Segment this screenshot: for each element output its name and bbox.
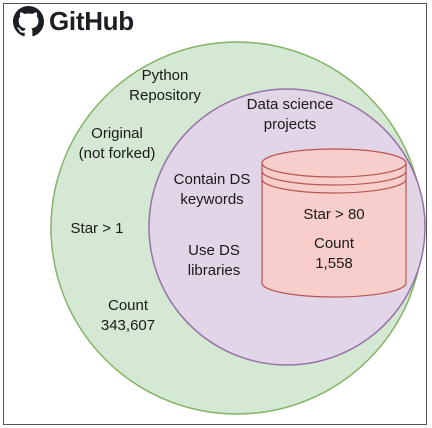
github-logo: GitHub <box>13 6 134 37</box>
cylinder-top <box>261 148 407 178</box>
ds-libraries-label: Use DS libraries <box>187 242 241 279</box>
original-criterion-label: Original (not forked) <box>78 125 156 162</box>
cylinder-body <box>261 162 407 298</box>
outer-count-label: Count 343,607 <box>100 297 156 334</box>
outer-title-label: Python Repository <box>129 67 201 104</box>
cylinder-count-label: Count 1,558 <box>313 235 355 272</box>
inner-title-label: Data science projects <box>246 96 334 133</box>
github-wordmark: GitHub <box>49 6 134 36</box>
github-octocat-icon <box>13 6 44 37</box>
ds-keywords-label: Contain DS keywords <box>173 171 251 208</box>
star-gt-1-label: Star > 1 <box>70 220 124 237</box>
star-gt-80-label: Star > 80 <box>303 206 365 223</box>
